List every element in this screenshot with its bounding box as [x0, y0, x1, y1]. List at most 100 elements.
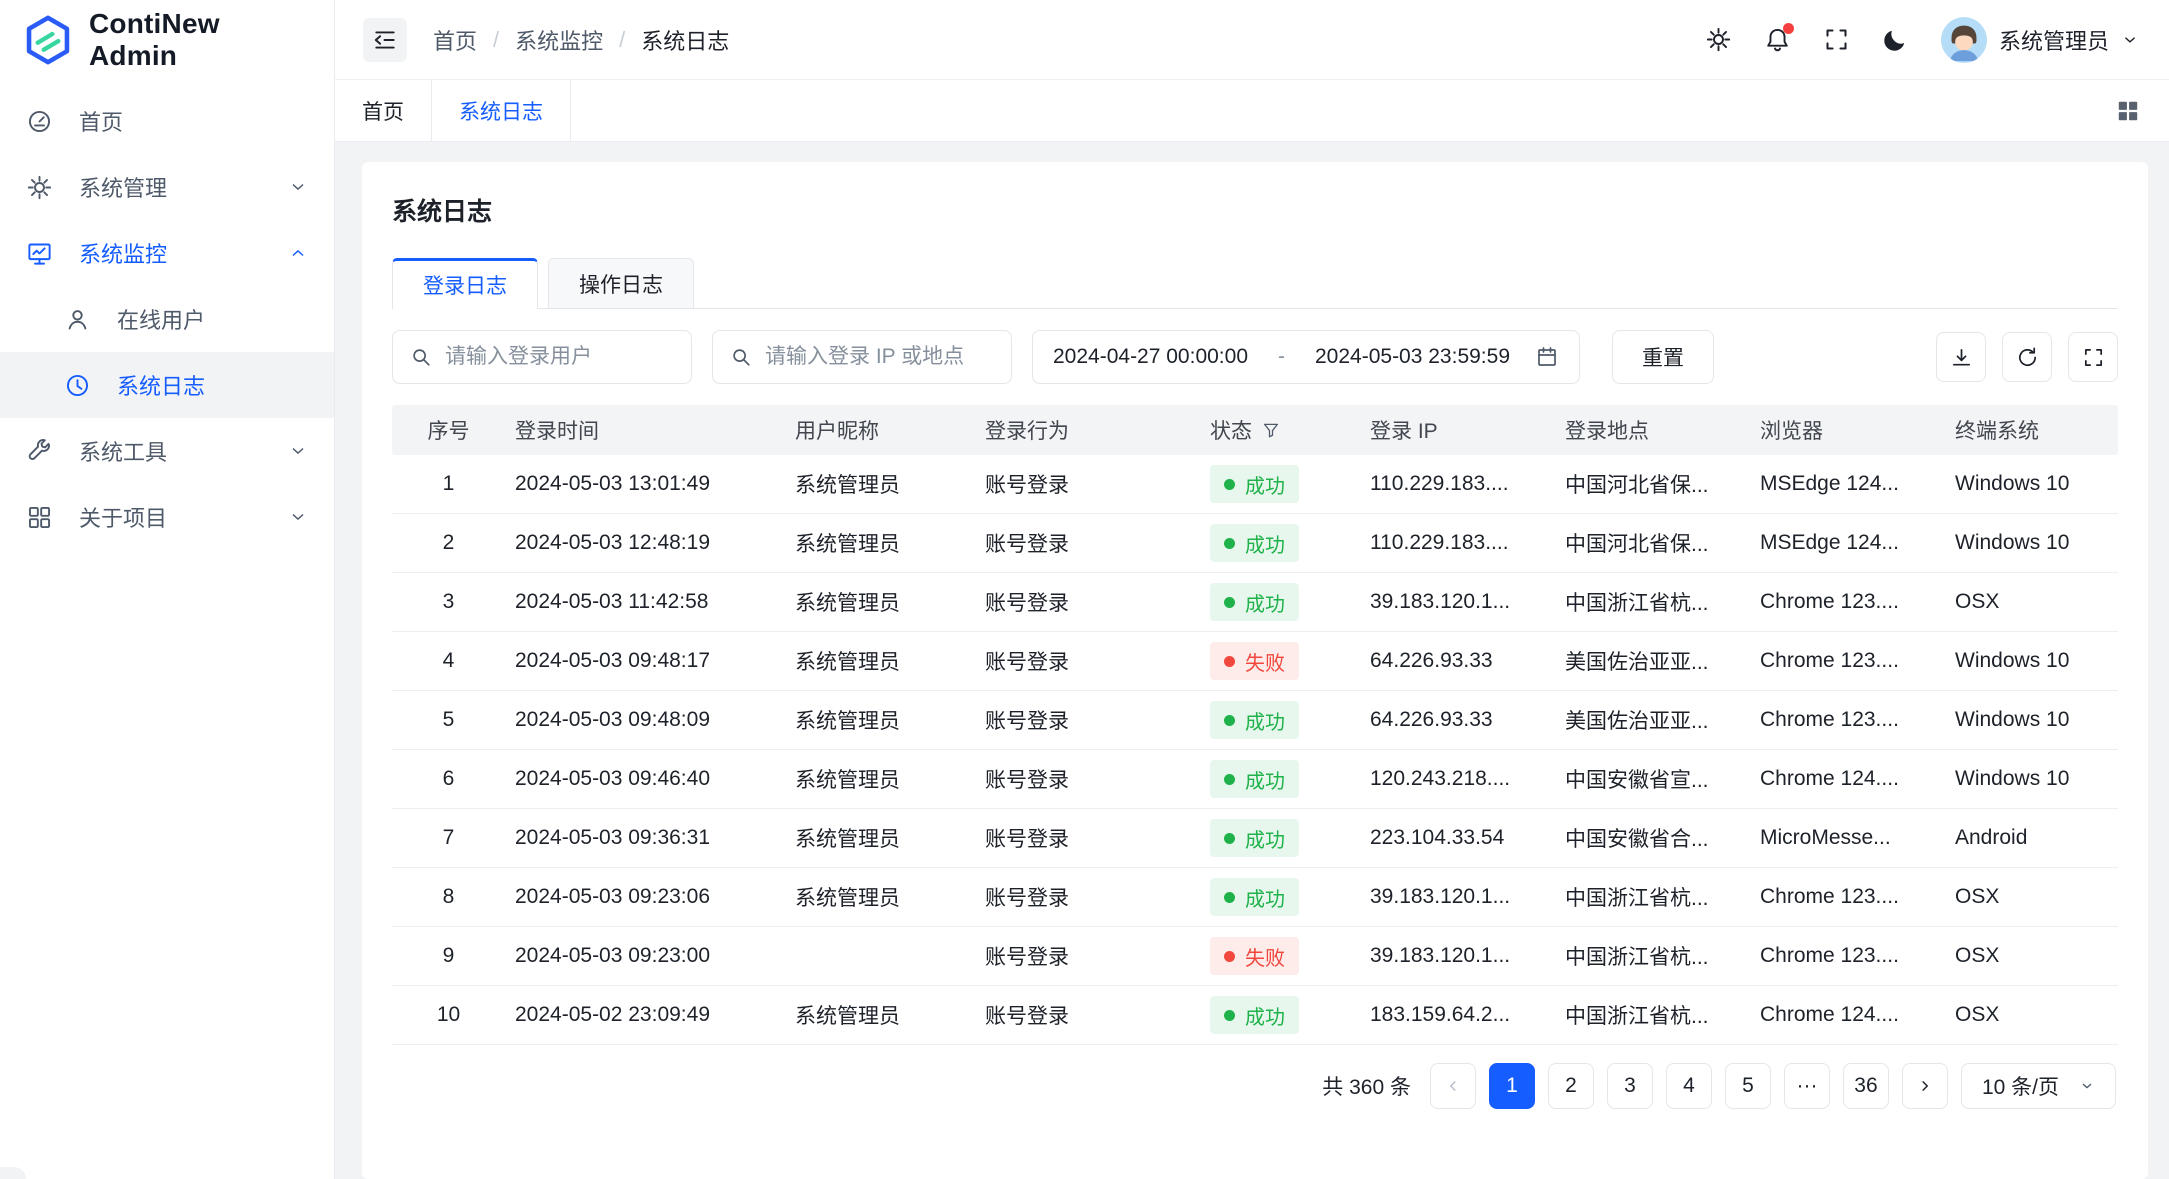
status-dot [1224, 597, 1235, 608]
cell-time: 2024-05-03 12:48:19 [505, 531, 785, 555]
cell-status: 成功 [1200, 996, 1360, 1034]
cell-location: 美国佐治亚亚... [1555, 705, 1750, 735]
sidebar-item-label: 系统日志 [117, 369, 308, 401]
status-badge: 失败 [1210, 642, 1299, 680]
breadcrumb-home[interactable]: 首页 [433, 24, 477, 56]
column-header-status: 状态 [1200, 415, 1360, 445]
cell-behavior: 账号登录 [975, 705, 1200, 735]
expand-icon [2082, 346, 2105, 369]
login-ip-search[interactable] [712, 330, 1012, 384]
sidebar-item-label: 系统管理 [79, 171, 288, 203]
page-button-1[interactable]: 1 [1489, 1063, 1535, 1109]
breadcrumb-system-monitor[interactable]: 系统监控 [515, 24, 603, 56]
chevron-down-icon [288, 507, 308, 527]
tabbar-actions [2115, 80, 2169, 141]
cell-ip: 110.229.183.... [1360, 472, 1555, 496]
settings-icon[interactable] [1705, 26, 1732, 53]
chevron-down-icon [2121, 31, 2139, 49]
cell-ip: 39.183.120.1... [1360, 590, 1555, 614]
cell-status: 失败 [1200, 937, 1360, 975]
fullscreen-icon[interactable] [1823, 26, 1850, 53]
status-filter-icon[interactable] [1262, 421, 1280, 439]
refresh-button[interactable] [2002, 332, 2052, 382]
cell-index: 3 [392, 590, 505, 614]
cell-browser: Chrome 123.... [1750, 944, 1945, 968]
page-ellipsis-button[interactable]: ··· [1784, 1063, 1830, 1109]
cell-location: 中国安徽省宣... [1555, 764, 1750, 794]
download-button[interactable] [1936, 332, 1986, 382]
status-badge: 成功 [1210, 996, 1299, 1034]
sidebar-item-home[interactable]: 首页 [0, 88, 334, 154]
login-log-table: 序号登录时间用户昵称登录行为状态登录 IP登录地点浏览器终端系统 12024-0… [392, 405, 2118, 1045]
page-size-value: 10 条/页 [1982, 1071, 2059, 1101]
sidebar-item-system-logs[interactable]: 系统日志 [0, 352, 334, 418]
cell-behavior: 账号登录 [975, 469, 1200, 499]
sidebar-item-label: 在线用户 [117, 303, 308, 335]
cell-index: 4 [392, 649, 505, 673]
cell-ip: 39.183.120.1... [1360, 885, 1555, 909]
page-button-5[interactable]: 5 [1725, 1063, 1771, 1109]
column-header-location: 登录地点 [1555, 415, 1750, 445]
cell-status: 成功 [1200, 524, 1360, 562]
sidebar-collapse-button[interactable] [363, 18, 407, 62]
sidebar-item-system-tools[interactable]: 系统工具 [0, 418, 334, 484]
cell-location: 中国河北省保... [1555, 469, 1750, 499]
login-user-search[interactable] [392, 330, 692, 384]
cell-behavior: 账号登录 [975, 587, 1200, 617]
table-fullscreen-button[interactable] [2068, 332, 2118, 382]
tab-login-logs[interactable]: 登录日志 [392, 258, 538, 309]
date-range-picker[interactable]: 2024-04-27 00:00:00 - 2024-05-03 23:59:5… [1032, 330, 1580, 384]
status-badge: 成功 [1210, 878, 1299, 916]
login-ip-input[interactable] [765, 345, 994, 369]
app-root: ContiNew Admin 首页系统管理系统监控在线用户系统日志系统工具关于项… [0, 0, 2169, 1179]
table-body: 12024-05-03 13:01:49系统管理员账号登录成功110.229.1… [392, 455, 2118, 1045]
table-row: 12024-05-03 13:01:49系统管理员账号登录成功110.229.1… [392, 455, 2118, 514]
layout-grid-icon[interactable] [2115, 98, 2141, 124]
cell-os: Windows 10 [1945, 649, 2118, 673]
sidebar-item-label: 系统监控 [79, 237, 288, 269]
view-tab-system-logs[interactable]: 系统日志 [432, 80, 571, 141]
cell-status: 成功 [1200, 819, 1360, 857]
prev-page-button[interactable] [1430, 1063, 1476, 1109]
sidebar-item-about-project[interactable]: 关于项目 [0, 484, 334, 550]
view-tab-home[interactable]: 首页 [335, 80, 432, 141]
page-size-select[interactable]: 10 条/页 [1961, 1063, 2116, 1109]
column-header-index: 序号 [392, 415, 505, 445]
gear-icon [26, 174, 53, 201]
cell-ip: 39.183.120.1... [1360, 944, 1555, 968]
page-button-4[interactable]: 4 [1666, 1063, 1712, 1109]
sidebar: ContiNew Admin 首页系统管理系统监控在线用户系统日志系统工具关于项… [0, 0, 335, 1179]
cell-location: 中国安徽省合... [1555, 823, 1750, 853]
calendar-icon [1535, 345, 1559, 369]
cell-time: 2024-05-03 09:23:00 [505, 944, 785, 968]
sidebar-item-system-management[interactable]: 系统管理 [0, 154, 334, 220]
next-page-button[interactable] [1902, 1063, 1948, 1109]
table-row: 62024-05-03 09:46:40系统管理员账号登录成功120.243.2… [392, 750, 2118, 809]
page-button-2[interactable]: 2 [1548, 1063, 1594, 1109]
page-button-3[interactable]: 3 [1607, 1063, 1653, 1109]
cell-status: 成功 [1200, 760, 1360, 798]
login-user-input[interactable] [445, 345, 674, 369]
tab-operation-logs[interactable]: 操作日志 [548, 258, 694, 308]
cell-location: 中国浙江省杭... [1555, 587, 1750, 617]
filter-toolbar: 2024-04-27 00:00:00 - 2024-05-03 23:59:5… [392, 330, 2118, 384]
sidebar-item-system-monitor[interactable]: 系统监控 [0, 220, 334, 286]
cell-browser: MSEdge 124... [1750, 531, 1945, 555]
status-badge: 成功 [1210, 760, 1299, 798]
user-menu[interactable]: 系统管理员 [1941, 17, 2139, 63]
cell-behavior: 账号登录 [975, 823, 1200, 853]
reset-button[interactable]: 重置 [1612, 330, 1714, 384]
wrench-icon [26, 438, 53, 465]
page-button-36[interactable]: 36 [1843, 1063, 1889, 1109]
status-dot [1224, 479, 1235, 490]
cell-time: 2024-05-02 23:09:49 [505, 1003, 785, 1027]
cell-status: 成功 [1200, 878, 1360, 916]
column-header-browser: 浏览器 [1750, 415, 1945, 445]
table-row: 32024-05-03 11:42:58系统管理员账号登录成功39.183.12… [392, 573, 2118, 632]
sidebar-item-label: 关于项目 [79, 501, 288, 533]
dark-mode-moon-icon[interactable] [1882, 26, 1909, 53]
notification-bell-icon[interactable] [1764, 26, 1791, 53]
sidebar-item-online-users[interactable]: 在线用户 [0, 286, 334, 352]
breadcrumb-separator: / [619, 27, 625, 53]
app-logo[interactable]: ContiNew Admin [0, 0, 334, 80]
